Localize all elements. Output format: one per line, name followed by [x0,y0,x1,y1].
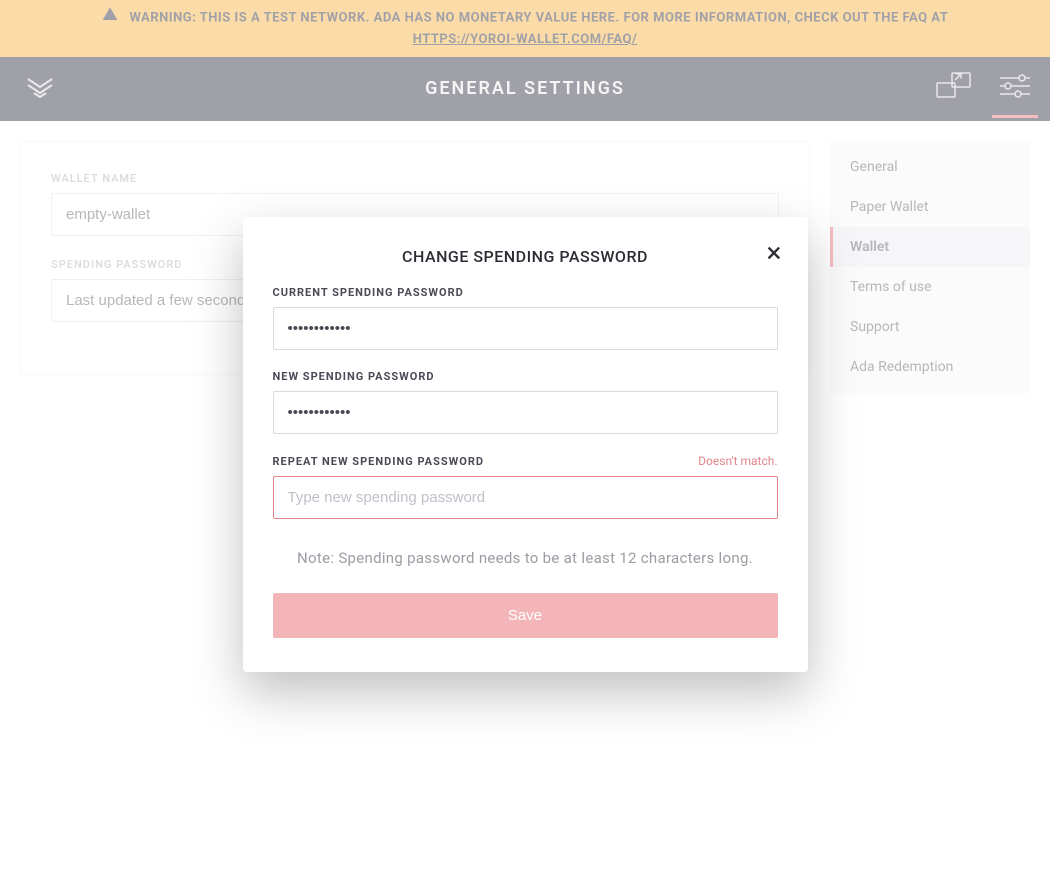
modal-overlay[interactable]: CHANGE SPENDING PASSWORD × CURRENT SPEND… [0,0,1050,888]
repeat-password-error: Doesn't match. [698,454,777,468]
modal-title: CHANGE SPENDING PASSWORD [273,247,778,266]
new-password-input[interactable] [273,391,778,434]
label-text: CURRENT SPENDING PASSWORD [273,286,464,299]
close-icon[interactable]: × [767,239,782,267]
save-button[interactable]: Save [273,593,778,638]
label-text: REPEAT NEW SPENDING PASSWORD [273,455,485,468]
current-password-label: CURRENT SPENDING PASSWORD [273,286,778,299]
repeat-password-label: REPEAT NEW SPENDING PASSWORD Doesn't mat… [273,454,778,468]
repeat-password-input[interactable] [273,476,778,519]
password-note: Note: Spending password needs to be at l… [273,549,778,567]
label-text: NEW SPENDING PASSWORD [273,370,435,383]
change-password-modal: CHANGE SPENDING PASSWORD × CURRENT SPEND… [243,217,808,672]
current-password-input[interactable] [273,307,778,350]
new-password-label: NEW SPENDING PASSWORD [273,370,778,383]
